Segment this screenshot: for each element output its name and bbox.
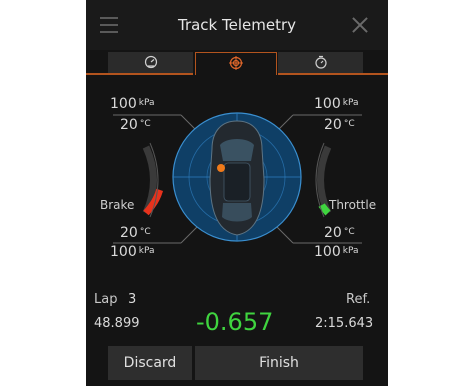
brake-gauge <box>142 142 164 218</box>
rear-left-temp: 20 °C <box>120 225 151 241</box>
speedometer-icon <box>144 55 157 69</box>
front-left-pressure: 100 kPa <box>110 96 155 112</box>
tab-bar <box>86 52 388 76</box>
rear-left-pressure: 100 kPa <box>110 244 155 260</box>
tab-stopwatch[interactable] <box>278 52 363 75</box>
finish-button[interactable]: Finish <box>195 346 363 380</box>
stopwatch-icon <box>314 55 327 69</box>
delta-time: -0.657 <box>196 308 274 336</box>
grip-indicator-dot <box>217 164 225 172</box>
brake-label: Brake <box>100 198 135 212</box>
front-right-temp: 20 °C <box>324 117 355 133</box>
tab-target[interactable] <box>195 52 277 75</box>
reference-label: Ref. <box>346 292 371 307</box>
front-left-temp: 20 °C <box>120 117 151 133</box>
lap-time: 48.899 <box>94 316 140 331</box>
tab-speedometer[interactable] <box>108 52 193 75</box>
throttle-gauge <box>315 142 332 218</box>
lap-number: 3 <box>128 292 137 307</box>
target-icon <box>229 56 243 70</box>
front-right-pressure: 100 kPa <box>314 96 359 112</box>
page-title: Track Telemetry <box>177 16 297 34</box>
car-top-view-icon <box>209 120 265 236</box>
rear-right-temp: 20 °C <box>324 225 355 241</box>
telemetry-panel: Track Telemetry 100 kPa 20 °C 100 kPa 20… <box>86 0 388 386</box>
throttle-label: Throttle <box>329 198 377 212</box>
reference-time: 2:15.643 <box>315 316 374 331</box>
close-icon[interactable] <box>350 15 370 35</box>
rear-right-pressure: 100 kPa <box>314 244 359 260</box>
discard-button[interactable]: Discard <box>108 346 192 380</box>
header-bar: Track Telemetry <box>86 0 388 50</box>
lap-label: Lap <box>94 292 118 307</box>
